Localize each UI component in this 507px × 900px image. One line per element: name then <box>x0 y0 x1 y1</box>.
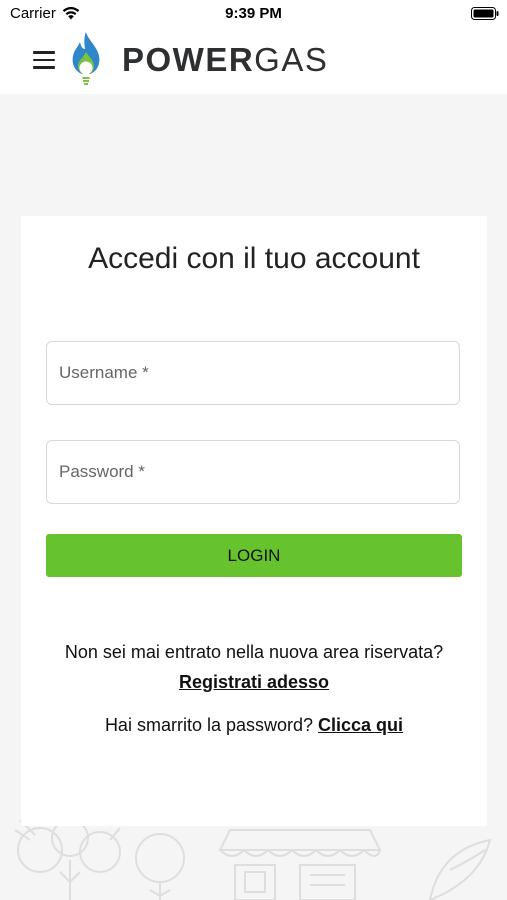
forgot-password-text: Hai smarrito la password? <box>104 715 319 735</box>
flame-bulb-logo-icon <box>72 32 100 85</box>
login-card: Accedi con il tuo account LOGIN Non sei … <box>21 216 487 826</box>
app-header: POWERGAS <box>0 28 507 94</box>
password-input[interactable] <box>47 441 459 503</box>
hamburger-menu-icon[interactable] <box>33 51 57 71</box>
login-title: Accedi con il tuo account <box>88 242 420 275</box>
battery-icon <box>471 7 499 20</box>
password-field[interactable] <box>46 440 460 504</box>
register-link[interactable]: Registrati adesso <box>21 672 487 693</box>
status-bar: Carrier 9:39 PM <box>0 0 507 28</box>
forgot-password-row: Hai smarrito la password? Clicca qui <box>21 715 487 736</box>
username-field[interactable] <box>46 341 460 405</box>
brand-logo: POWERGAS <box>122 41 328 79</box>
status-time: 9:39 PM <box>225 5 282 22</box>
register-question-text: Non sei mai entrato nella nuova area ris… <box>64 642 444 662</box>
brand-gas: GAS <box>254 41 329 78</box>
username-input[interactable] <box>47 342 459 404</box>
brand-power: POWER <box>122 41 255 78</box>
forgot-password-link[interactable]: Clicca qui <box>318 715 403 735</box>
login-button[interactable]: LOGIN <box>46 534 462 577</box>
